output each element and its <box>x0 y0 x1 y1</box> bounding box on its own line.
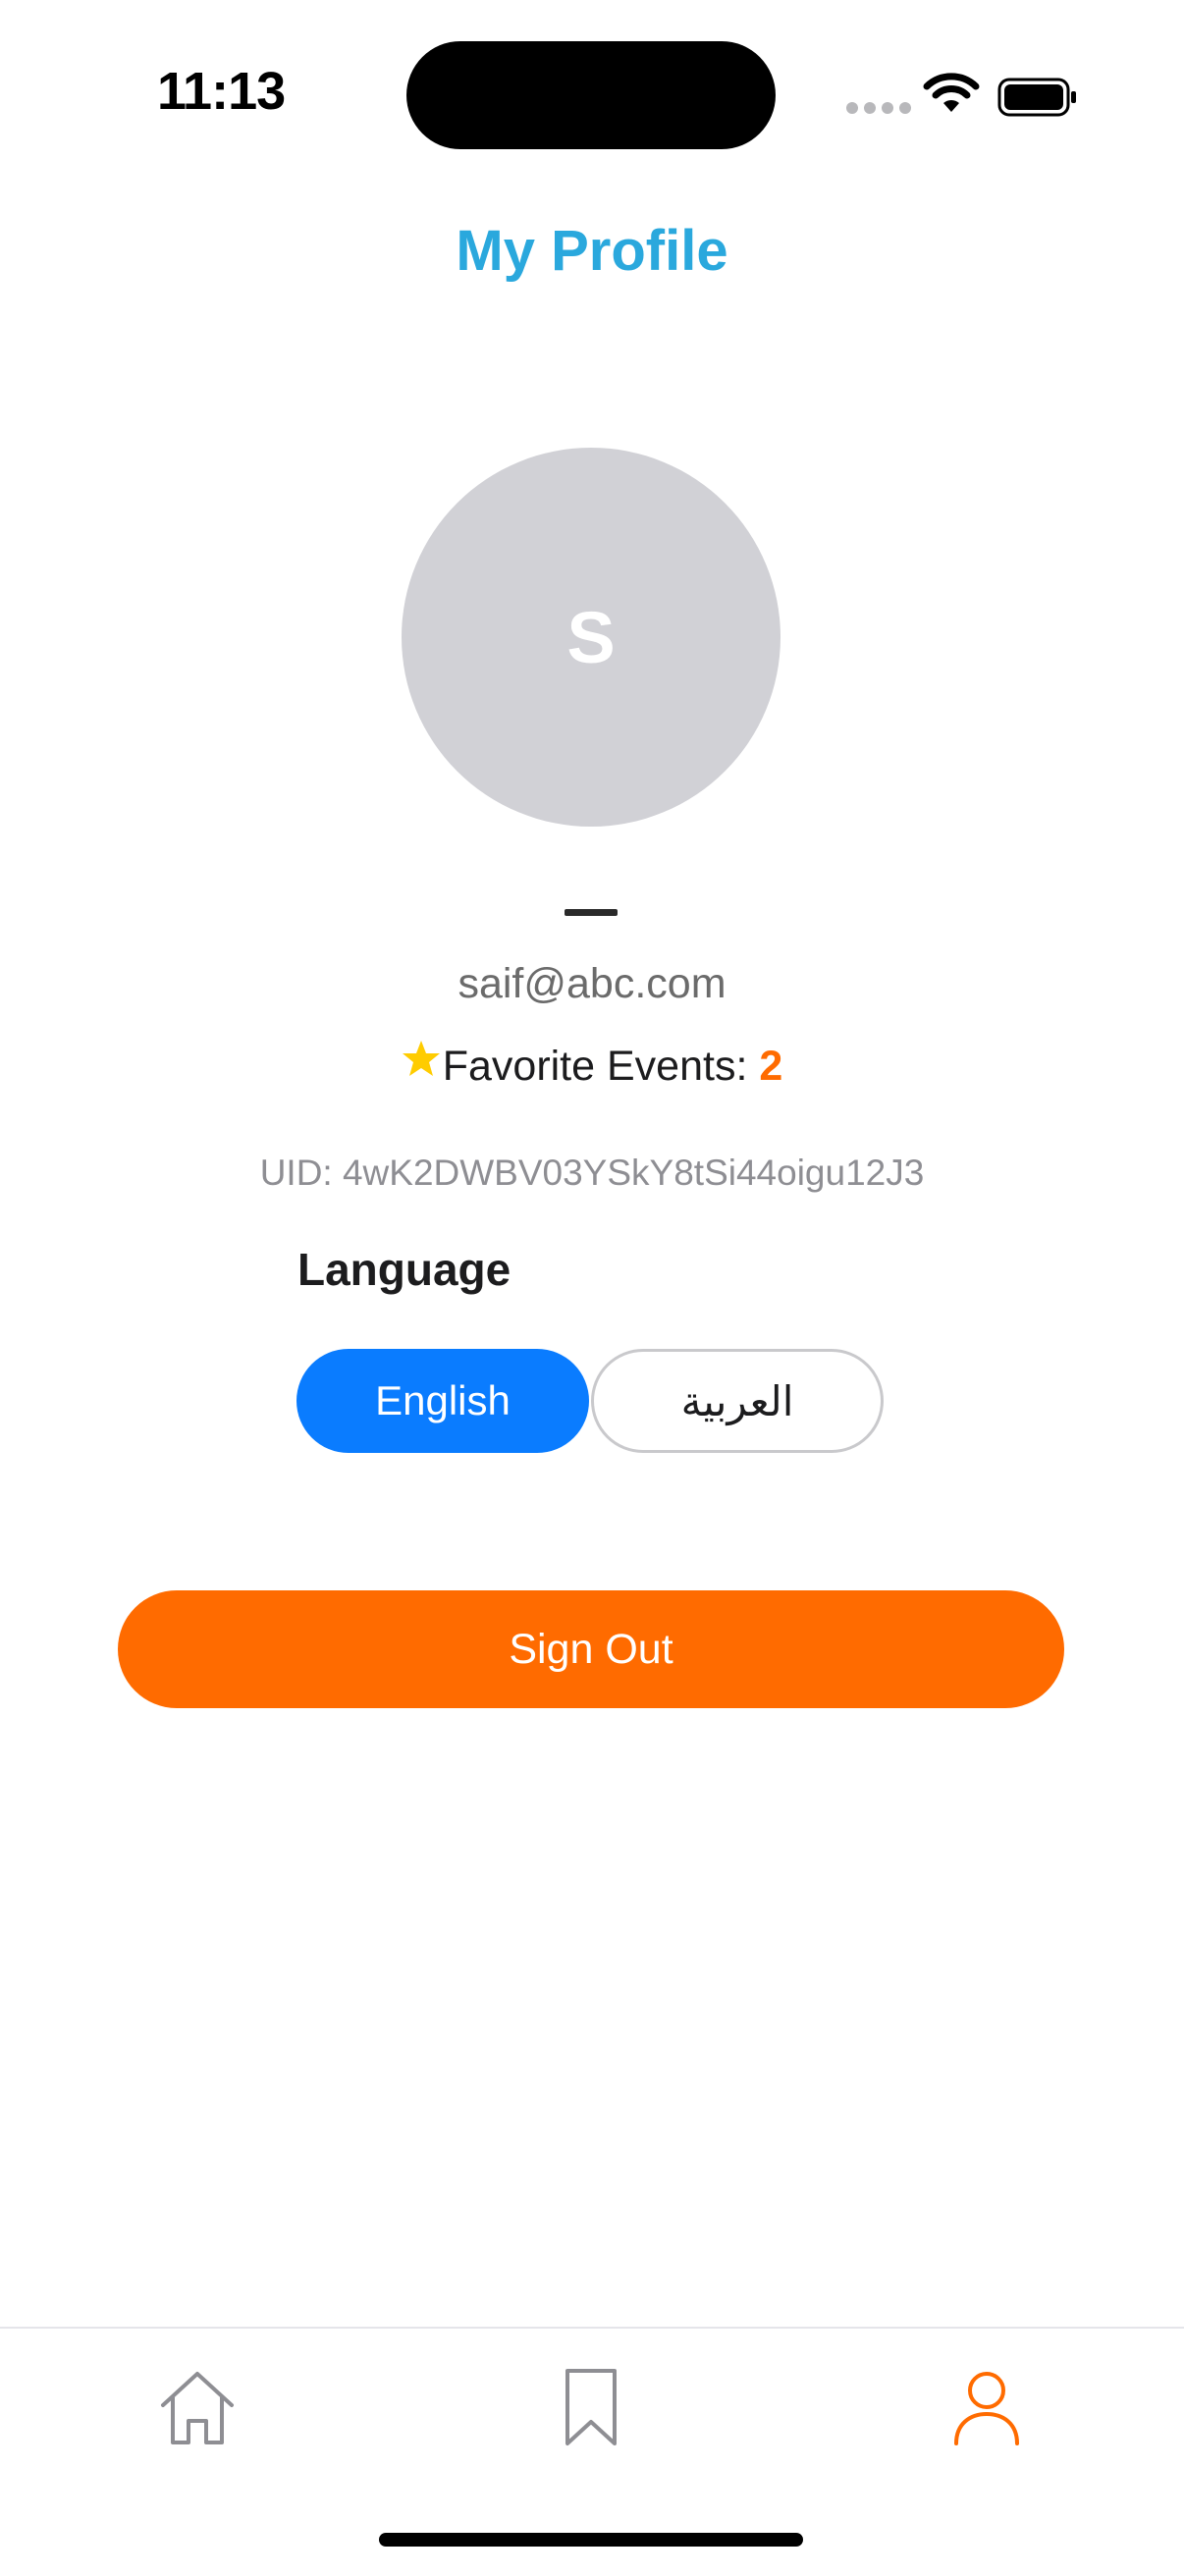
language-arabic-button[interactable]: العربية <box>591 1349 884 1453</box>
page-title: My Profile <box>456 219 728 283</box>
star-icon <box>402 1041 440 1076</box>
tab-bookmarks[interactable] <box>547 2364 635 2452</box>
sign-out-button[interactable]: Sign Out <box>118 1590 1064 1708</box>
favorite-events-row: Favorite Events: 2 <box>0 1041 1184 1091</box>
wifi-icon <box>923 73 980 112</box>
language-section-title: Language <box>297 1244 511 1295</box>
status-bar: 11:13 <box>0 0 1184 187</box>
favorite-events-count: 2 <box>759 1043 783 1090</box>
home-indicator <box>379 2533 803 2547</box>
home-icon <box>161 2372 234 2444</box>
favorite-events-label: Favorite Events: <box>442 1043 760 1090</box>
status-time: 11:13 <box>157 62 286 121</box>
empty-name-placeholder <box>565 909 618 916</box>
dynamic-island <box>406 41 776 149</box>
language-english-button[interactable]: English <box>296 1349 589 1453</box>
person-icon <box>954 2372 1019 2445</box>
battery-icon <box>997 78 1076 117</box>
tab-home[interactable] <box>153 2364 242 2452</box>
tab-profile[interactable] <box>942 2364 1031 2452</box>
user-email: saif@abc.com <box>457 960 727 1007</box>
avatar: S <box>402 448 780 827</box>
user-uid: UID: 4wK2DWBV03YSkY8tSi44oigu12J3 <box>259 1153 925 1193</box>
signal-icon <box>846 102 911 114</box>
avatar-initial: S <box>566 596 616 678</box>
bookmark-icon <box>565 2369 617 2445</box>
